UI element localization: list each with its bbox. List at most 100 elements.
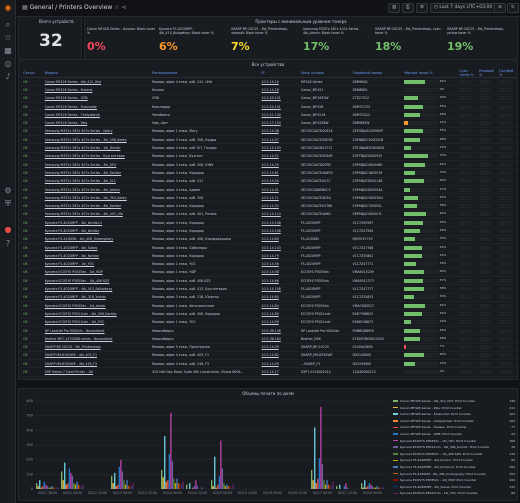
bar[interactable] — [123, 480, 125, 489]
bar[interactable] — [326, 480, 328, 489]
bar[interactable] — [317, 478, 319, 489]
breadcrumb[interactable]: ▦ General / Printers Overview ☆ ⋖ — [22, 4, 127, 11]
refresh-button[interactable]: ↻ — [507, 3, 519, 13]
bar[interactable] — [232, 484, 234, 489]
bar[interactable] — [42, 486, 44, 489]
legend-item[interactable]: Canon MF426 Series - 4bl_412_Uhd: Print … — [393, 398, 517, 405]
cell-ip[interactable]: 10.5.21.140 — [259, 110, 299, 120]
bar[interactable] — [162, 477, 164, 489]
column-header[interactable]: Модель — [42, 69, 150, 78]
legend-item[interactable]: Canon MF426 Series - Chelyabinsk: Print … — [393, 418, 517, 425]
column-header[interactable]: Розовый % — [477, 69, 498, 78]
cell-m[interactable]: Canon MF426 Series - Уфа — [42, 118, 150, 128]
zoom-out-button[interactable]: ⊖ — [494, 3, 506, 13]
cell-ip[interactable]: 10.5.14.89 — [259, 235, 299, 244]
bar[interactable] — [115, 486, 117, 489]
cell-ip[interactable]: 10.5.14.59 — [259, 343, 299, 352]
bar[interactable] — [193, 486, 195, 489]
bar[interactable] — [79, 486, 81, 489]
bar[interactable] — [177, 483, 180, 489]
cell-ip[interactable]: 10.5.14.28 — [259, 85, 299, 95]
bar[interactable] — [77, 484, 80, 489]
legend-item[interactable]: Canon MF426 Series - Уфа: Print Counter 2… — [393, 405, 517, 412]
cell-ip[interactable]: 10.5.14.56 — [259, 260, 299, 269]
bar[interactable] — [373, 487, 375, 489]
bar[interactable] — [127, 486, 130, 489]
bar[interactable] — [327, 484, 330, 489]
cell-m[interactable]: Kyocera FS-4020MFP - 4bl_Koridor — [42, 251, 150, 261]
bar[interactable] — [120, 459, 122, 489]
bar[interactable] — [323, 480, 325, 489]
cell-ip[interactable]: 10.5.14.61 — [259, 168, 299, 178]
bar[interactable] — [217, 484, 219, 489]
cell-m[interactable]: Kyocera FS-4020MFP - 4bl_318_Yurists — [42, 293, 150, 303]
bar[interactable] — [380, 487, 383, 489]
bar[interactable] — [117, 484, 119, 489]
cell-ip[interactable]: 10.5.14.49 — [259, 359, 299, 369]
bar[interactable] — [70, 472, 72, 489]
cell-m[interactable]: Kyocera ECOSYS P3055dn - 1bl_Avtotr — [42, 301, 150, 311]
bar[interactable] — [43, 481, 45, 489]
dashboards-icon[interactable]: ▦ — [3, 46, 13, 56]
bar[interactable] — [365, 487, 367, 489]
bar[interactable] — [332, 481, 334, 489]
bar[interactable] — [171, 461, 174, 489]
cell-ip[interactable]: 10.5.14.71 — [259, 193, 299, 203]
cell-m[interactable]: Canon MF426 Series - ОПБ — [42, 94, 150, 103]
bar[interactable] — [186, 484, 188, 489]
cell-m[interactable]: Samsung M337x 387x 407x Series - 4bl_Kor… — [42, 168, 150, 178]
cell-ip[interactable]: 10.5.14.38 — [259, 127, 299, 137]
cell-m[interactable]: Canon MF426 Series - Казань — [42, 85, 150, 95]
bar[interactable] — [377, 487, 380, 489]
legend-item[interactable]: Kyocera ECOSYS P3055dn - 1bl_HDP: Print … — [393, 477, 517, 484]
bar[interactable] — [368, 483, 370, 489]
cell-m[interactable]: Kyocera FS-4020MFP - 4bl_Koridor-2 — [42, 218, 150, 228]
bar[interactable] — [189, 483, 191, 489]
bar[interactable] — [201, 487, 203, 489]
cell-ip[interactable]: 10.5.14.32 — [259, 201, 299, 211]
cell-ip[interactable]: 10.5.14.91 — [259, 185, 299, 195]
legend-item[interactable]: Kyocera FS-4020MFP - 4bl_Koridor-2: Prin… — [393, 464, 517, 471]
cell-m[interactable]: Kyocera FS-4020MFP - 4bl_Koridor — [42, 226, 150, 236]
bar[interactable] — [218, 475, 220, 489]
cell-m[interactable]: Canon MF426 Series - Krasnodar — [42, 102, 150, 112]
bar[interactable] — [311, 469, 313, 489]
bar[interactable] — [376, 486, 378, 489]
column-header[interactable]: Расположение — [150, 69, 260, 78]
share-icon[interactable]: ⋖ — [122, 4, 127, 11]
bar[interactable] — [370, 484, 372, 489]
bar[interactable] — [174, 483, 177, 489]
explore-icon[interactable]: ◎ — [3, 59, 13, 69]
cell-m[interactable]: Kyocera FS-4020MFP - 1bl_YOC — [42, 260, 150, 269]
cell-ip[interactable]: 10.5.14.98 — [259, 268, 299, 278]
legend-item[interactable]: Kyocera FS-4100DN - 4bl_406_Undergolary:… — [393, 471, 517, 478]
bar[interactable] — [55, 487, 58, 489]
bar[interactable] — [74, 484, 77, 489]
cell-ip[interactable]: 10.5.14.80 — [259, 309, 299, 319]
bar[interactable] — [195, 480, 197, 489]
bar[interactable] — [367, 486, 369, 489]
bar[interactable] — [318, 458, 320, 489]
bar[interactable] — [312, 480, 314, 489]
bar[interactable] — [114, 472, 116, 489]
column-header[interactable]: Статус — [21, 69, 43, 78]
cell-m[interactable]: Samsung M337x 387x 407x Series - 4bl_401… — [42, 210, 150, 220]
cell-ip[interactable]: 10.5.24.101 — [259, 102, 299, 112]
bar[interactable] — [52, 487, 55, 489]
cell-ip[interactable]: 10.5.36.184 — [259, 334, 299, 344]
bar[interactable] — [51, 486, 53, 489]
bar[interactable] — [80, 486, 83, 489]
legend-item[interactable]: Kyocera ECOSYS P5021cdn - 1bl_YOC: Print… — [393, 490, 517, 497]
bar[interactable] — [76, 481, 78, 489]
legend-item[interactable]: Kyocera ECOSYS P5021cdn - 4bl_406_Korido… — [393, 444, 517, 451]
bar[interactable] — [346, 487, 349, 489]
cell-ip[interactable]: 10.5.14.17 — [259, 367, 299, 377]
cell-m[interactable]: Brother MFC-L5700DN series - Novosibirsk — [42, 334, 150, 344]
bar[interactable] — [224, 486, 227, 489]
cell-ip[interactable]: 10.5.14.57 — [259, 135, 299, 145]
cell-ip[interactable]: 10.5.14.66 — [259, 276, 299, 286]
cell-m[interactable]: Kyocera FS-4100DN - 4bl_406_Undergolary — [42, 235, 150, 244]
bar[interactable] — [62, 480, 64, 489]
star-icon[interactable]: ☆ — [114, 4, 119, 11]
cell-m[interactable]: Samsung M337x 387x 407x Series - Kadry — [42, 127, 150, 137]
